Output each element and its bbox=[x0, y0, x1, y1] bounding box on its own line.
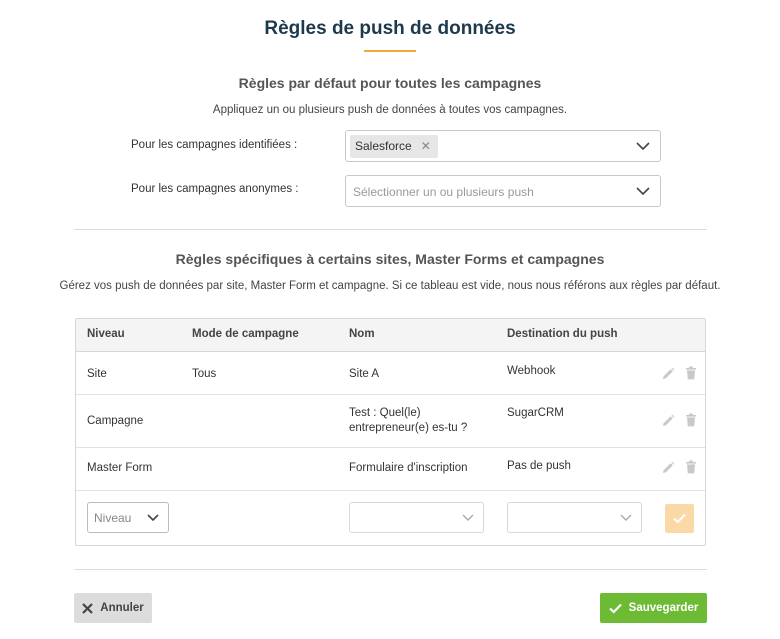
anonymous-select-placeholder: Sélectionner un ou plusieurs push bbox=[353, 185, 534, 199]
identified-campaigns-select[interactable]: Salesforce ✕ bbox=[345, 130, 661, 162]
chevron-down-icon bbox=[147, 514, 159, 522]
save-button-label: Sauvegarder bbox=[628, 602, 699, 614]
cell-destination: Webhook bbox=[507, 365, 556, 377]
column-header-destination: Destination du push bbox=[507, 328, 618, 340]
edit-pencil-icon[interactable] bbox=[661, 414, 675, 428]
specific-section-description: Gérez vos push de données par site, Mast… bbox=[59, 280, 721, 292]
delete-trash-icon[interactable] bbox=[684, 460, 698, 474]
column-header-niveau: Niveau bbox=[87, 328, 125, 340]
column-header-mode: Mode de campagne bbox=[192, 328, 299, 340]
save-button[interactable]: Sauvegarder bbox=[600, 593, 707, 623]
section-divider bbox=[74, 229, 707, 230]
cell-nom: Formulaire d'inscription bbox=[349, 462, 468, 474]
rules-table: Niveau Mode de campagne Nom Destination … bbox=[75, 318, 706, 546]
anonymous-campaigns-select[interactable]: Sélectionner un ou plusieurs push bbox=[345, 175, 661, 207]
selected-tag-label: Salesforce bbox=[355, 139, 412, 153]
chevron-down-icon bbox=[462, 514, 474, 521]
cell-niveau: Campagne bbox=[87, 415, 144, 427]
cell-mode: Tous bbox=[192, 368, 217, 380]
table-row: Campagne Test : Quel(le) entrepreneur(e)… bbox=[76, 395, 705, 448]
delete-trash-icon[interactable] bbox=[684, 366, 698, 380]
cell-destination: Pas de push bbox=[507, 460, 571, 472]
cancel-button-label: Annuler bbox=[100, 602, 144, 614]
specific-section-title: Règles spécifiques à certains sites, Mas… bbox=[175, 251, 605, 267]
delete-trash-icon[interactable] bbox=[684, 413, 698, 427]
chevron-down-icon bbox=[636, 187, 650, 196]
cell-nom: Site A bbox=[349, 368, 380, 380]
anonymous-campaigns-label: Pour les campagnes anonymes : bbox=[131, 183, 299, 195]
title-underline bbox=[364, 50, 416, 52]
page-title: Règles de push de données bbox=[264, 18, 516, 39]
cell-destination: SugarCRM bbox=[507, 407, 564, 419]
new-rule-name-select[interactable] bbox=[349, 502, 484, 533]
confirm-new-rule-button[interactable] bbox=[665, 504, 694, 533]
table-row: Master Form Formulaire d'inscription Pas… bbox=[76, 448, 705, 491]
new-rule-destination-select[interactable] bbox=[507, 502, 642, 533]
chevron-down-icon bbox=[620, 514, 632, 521]
edit-pencil-icon[interactable] bbox=[661, 367, 675, 381]
niveau-select-placeholder: Niveau bbox=[94, 511, 132, 525]
identified-campaigns-label: Pour les campagnes identifiées : bbox=[131, 139, 298, 151]
cell-nom: Test : Quel(le) entrepreneur(e) es-tu ? bbox=[349, 407, 468, 434]
cell-niveau: Site bbox=[87, 368, 107, 380]
table-row: Site Tous Site A Webhook bbox=[76, 352, 705, 395]
defaults-section-title: Règles par défaut pour toutes les campag… bbox=[238, 75, 542, 91]
selected-tag: Salesforce ✕ bbox=[350, 135, 438, 158]
check-icon bbox=[673, 513, 686, 524]
new-rule-niveau-select[interactable]: Niveau bbox=[87, 502, 169, 533]
column-header-nom: Nom bbox=[349, 328, 375, 340]
cell-niveau: Master Form bbox=[87, 462, 153, 474]
defaults-section-description: Appliquez un ou plusieurs push de donnée… bbox=[212, 104, 568, 116]
chevron-down-icon bbox=[636, 142, 650, 151]
footer-divider bbox=[74, 569, 707, 570]
check-icon bbox=[608, 603, 622, 614]
table-header: Niveau Mode de campagne Nom Destination … bbox=[76, 319, 705, 352]
cancel-button[interactable]: Annuler bbox=[74, 593, 152, 623]
remove-tag-icon[interactable]: ✕ bbox=[421, 135, 431, 158]
close-icon bbox=[82, 602, 94, 614]
edit-pencil-icon[interactable] bbox=[661, 461, 675, 475]
